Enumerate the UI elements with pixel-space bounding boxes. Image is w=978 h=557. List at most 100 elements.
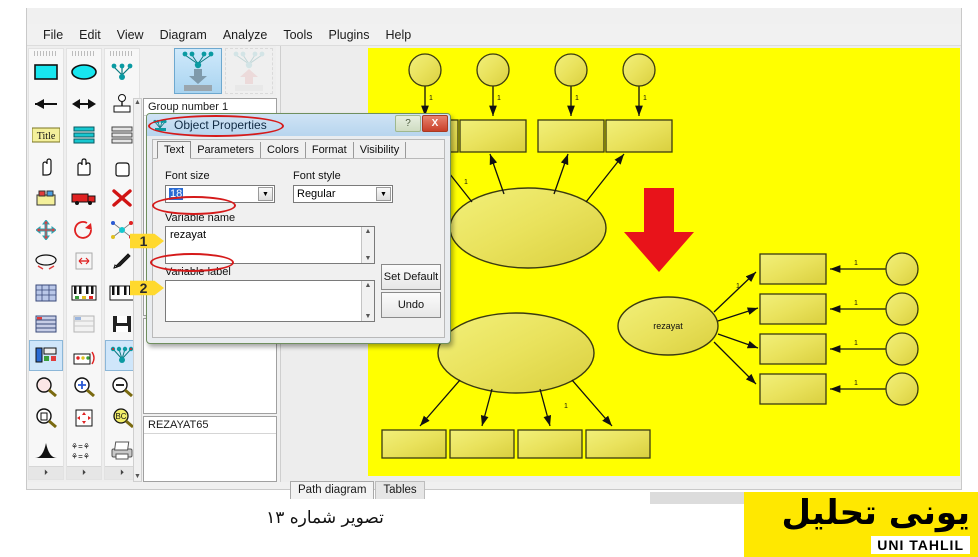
svg-text:1: 1 [854, 380, 858, 387]
double-arrow-icon[interactable] [67, 88, 101, 119]
scroll-down-arrow[interactable]: ▼ [365, 255, 372, 262]
logo-english-text: UNI TAHLIL [871, 536, 970, 554]
distribution-icon[interactable] [29, 434, 63, 465]
scroll-resize-icon[interactable] [67, 245, 101, 276]
variable-name-scrollbar[interactable]: ▲ ▼ [361, 227, 374, 263]
chevron-down-icon[interactable]: ▼ [258, 187, 273, 201]
zoom-in-diagram-icon[interactable] [29, 371, 63, 402]
rotate-oval-icon[interactable] [29, 245, 63, 276]
uni-tahlil-logo: یونی تحلیل UNI TAHLIL [744, 492, 978, 557]
view-tab-bar: Path diagram Tables [290, 479, 490, 499]
dialog-title: Object Properties [174, 118, 267, 132]
variable-label-label: Variable label [165, 266, 231, 278]
dialog-title-bar[interactable]: Object Properties ? X [147, 114, 450, 136]
tab-text[interactable]: Text [157, 141, 192, 159]
menu-edit[interactable]: Edit [71, 26, 109, 44]
grab-hand-icon[interactable] [67, 151, 101, 182]
magic-wand-icon[interactable] [29, 183, 63, 214]
view-output-path-diagram-icon[interactable] [174, 48, 222, 94]
toolbar-grip[interactable] [110, 51, 134, 56]
svg-text:1: 1 [429, 95, 433, 102]
menu-view[interactable]: View [109, 26, 152, 44]
zoom-fit-icon[interactable] [67, 403, 101, 434]
left-arrow-icon[interactable] [29, 88, 63, 119]
grid-table-icon[interactable] [29, 277, 63, 308]
figure-caption: تصویر شماره ۱۳ [266, 508, 384, 528]
svg-text:1: 1 [464, 179, 468, 186]
files-panel[interactable]: REZAYAT65 [143, 416, 277, 482]
zoom-page-icon[interactable] [29, 403, 63, 434]
dialog-tab-bar: Text Parameters Colors Format Visibility [153, 140, 444, 159]
move-icon[interactable] [29, 214, 63, 245]
tab-parameters[interactable]: Parameters [191, 142, 262, 158]
menu-file[interactable]: File [35, 26, 71, 44]
scroll-down-arrow[interactable]: ▼ [134, 473, 141, 480]
scroll-up-arrow[interactable]: ▲ [365, 282, 372, 289]
path-model-icon[interactable] [105, 57, 139, 88]
variable-label-input[interactable]: ▲ ▼ [165, 280, 375, 322]
tab-tables[interactable]: Tables [375, 481, 425, 499]
file-row[interactable]: REZAYAT65 [144, 417, 276, 434]
scroll-up-arrow[interactable]: ▲ [365, 228, 372, 235]
tab-format[interactable]: Format [306, 142, 354, 158]
menu-diagram[interactable]: Diagram [152, 26, 215, 44]
traffic-drag-icon[interactable] [67, 340, 101, 371]
logo-persian-text: یونی تحلیل [781, 493, 971, 533]
tool-column-1: Title ⏵ [28, 48, 64, 480]
undo-button[interactable]: Undo [381, 292, 441, 318]
help-button[interactable]: ? [395, 115, 421, 132]
title-icon[interactable]: Title [29, 120, 63, 151]
svg-text:⚘=⚘: ⚘=⚘ [71, 452, 90, 460]
loop-circle-icon[interactable] [67, 214, 101, 245]
svg-text:1: 1 [736, 283, 740, 290]
svg-text:1: 1 [564, 403, 568, 410]
tab-path-diagram[interactable]: Path diagram [290, 481, 375, 499]
truck-icon[interactable] [67, 183, 101, 214]
scroll-up-arrow[interactable]: ▲ [134, 99, 141, 106]
view-input-path-diagram-icon[interactable] [225, 48, 273, 94]
toolbar-overflow-2[interactable]: ⏵ [67, 465, 101, 480]
logo-shadow-bar [650, 492, 746, 504]
object-properties-dialog[interactable]: Object Properties ? X Text Parameters Co… [146, 113, 451, 344]
scroll-down-arrow[interactable]: ▼ [365, 313, 372, 320]
menu-help[interactable]: Help [378, 26, 420, 44]
pointer-hand-icon[interactable] [29, 151, 63, 182]
variable-label-scrollbar[interactable]: ▲ ▼ [361, 281, 374, 321]
list-select-icon[interactable] [29, 339, 63, 372]
svg-text:1: 1 [575, 95, 579, 102]
view-toggle-toolbar [172, 46, 276, 96]
close-button[interactable]: X [422, 115, 448, 132]
matrix-icon[interactable] [29, 308, 63, 339]
svg-text:1: 1 [643, 95, 647, 102]
spreadsheet-icon[interactable] [67, 308, 101, 339]
font-size-label: Font size [165, 170, 210, 182]
compare-groups-icon[interactable]: ⚘=⚘ ⚘=⚘ [67, 434, 101, 465]
variable-name-value: rezayat [170, 229, 207, 241]
set-default-button[interactable]: Set Default [381, 264, 441, 290]
piano-keys-icon[interactable] [67, 277, 101, 308]
tool-column-2: ⚘=⚘ ⚘=⚘ ⏵ [66, 48, 102, 480]
chevron-down-icon[interactable]: ▼ [376, 187, 391, 201]
variable-name-input[interactable]: rezayat ▲ ▼ [165, 226, 375, 264]
path-diagram-canvas[interactable]: 1 1 1 1 1 rezayat 1 1 1 1 1 1 [368, 48, 960, 476]
toolbar-grip[interactable] [72, 51, 96, 56]
tab-visibility[interactable]: Visibility [354, 142, 407, 158]
menu-bar: File Edit View Diagram Analyze Tools Plu… [27, 24, 961, 46]
menu-plugins[interactable]: Plugins [321, 26, 378, 44]
rectangle-icon[interactable] [29, 57, 63, 88]
dialog-body: Text Parameters Colors Format Visibility… [152, 139, 445, 338]
ellipse-icon[interactable] [67, 57, 101, 88]
svg-text:Title: Title [37, 131, 56, 142]
font-size-combo[interactable]: 18 ▼ [165, 185, 275, 203]
menu-analyze[interactable]: Analyze [215, 26, 275, 44]
latent-variable-label: rezayat [653, 321, 683, 331]
menu-tools[interactable]: Tools [275, 26, 320, 44]
tab-colors[interactable]: Colors [261, 142, 306, 158]
font-style-value: Regular [297, 188, 336, 200]
toolbar-grip[interactable] [34, 51, 58, 56]
toolbar-overflow-1[interactable]: ⏵ [29, 465, 63, 479]
right-cluster: rezayat 1 1 1 1 1 [617, 252, 919, 406]
layers-icon[interactable] [67, 120, 101, 151]
font-style-combo[interactable]: Regular ▼ [293, 185, 393, 203]
zoom-plus-icon[interactable] [67, 371, 101, 402]
